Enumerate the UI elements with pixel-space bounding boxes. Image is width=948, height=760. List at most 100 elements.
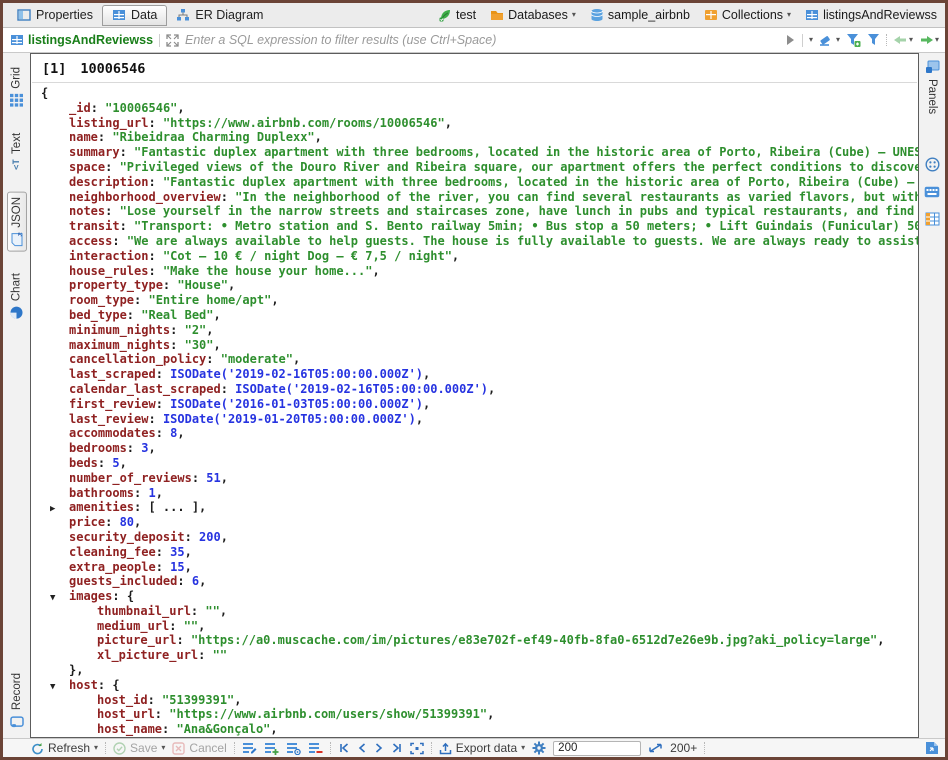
json-value: , [198, 619, 205, 633]
json-value: "10006546" [105, 101, 177, 115]
record-view-icon [10, 715, 24, 728]
json-value: : [148, 116, 162, 130]
tab-er-diagram[interactable]: ER Diagram [167, 5, 272, 26]
active-entity[interactable]: listingsAndReviewss [10, 33, 153, 47]
tab-properties[interactable]: Properties [8, 5, 102, 26]
json-line: host_name: "Ana&Gonçalo", [31, 722, 918, 737]
view-tab-text[interactable]: <T Text [9, 129, 25, 174]
delete-row-icon[interactable] [308, 741, 323, 755]
cancel-button[interactable]: Cancel [172, 741, 226, 755]
save-filter-button[interactable] [846, 33, 861, 47]
focus-row-icon[interactable] [410, 742, 424, 755]
json-view-icon: JSON [10, 232, 24, 246]
nav-prev-icon[interactable] [357, 742, 367, 754]
settings-gear-icon[interactable] [532, 741, 546, 755]
nav-next-icon[interactable] [374, 742, 384, 754]
json-value: "Transport: • Metro station and S. Bento… [134, 219, 918, 233]
maximize-panel-icon[interactable] [924, 741, 939, 755]
json-key: notes [69, 204, 105, 218]
json-value: "Entire home/apt" [148, 293, 271, 307]
run-query-icon[interactable] [784, 34, 796, 46]
breadcrumb: test Databases ▾ sample_airbnb Collecti [438, 8, 945, 22]
fetch-page-icon[interactable] [648, 742, 663, 754]
fetch-size-input[interactable] [553, 741, 641, 756]
json-line: { [31, 86, 918, 101]
json-line: notes: "Lose yourself in the narrow stre… [31, 204, 918, 219]
breadcrumb-databases[interactable]: Databases ▾ [490, 8, 576, 22]
json-value: "In the neighborhood of the river, you c… [235, 190, 918, 204]
json-value: "Ana&Gonçalo" [176, 722, 270, 736]
breadcrumb-connection[interactable]: test [438, 8, 476, 22]
breadcrumb-database[interactable]: sample_airbnb [590, 8, 690, 22]
nav-last-icon[interactable] [391, 742, 403, 754]
json-line: beds: 5, [31, 456, 918, 471]
calculator-panel-icon[interactable] [924, 186, 940, 198]
json-key: medium_url [97, 619, 169, 633]
json-value: , [199, 574, 206, 588]
history-forward-button[interactable]: ▾ [919, 34, 939, 46]
json-lines[interactable]: {_id: "10006546",listing_url: "https://w… [31, 86, 918, 737]
expand-filter-icon[interactable] [166, 34, 179, 47]
nav-first-icon[interactable] [338, 742, 350, 754]
json-value: , [220, 604, 227, 618]
panel-tab-panels[interactable]: Panels [923, 57, 942, 117]
metadata-panel-icon[interactable] [925, 212, 940, 226]
json-key: host_url [97, 707, 155, 721]
json-line: cleaning_fee: 35, [31, 545, 918, 560]
view-tab-chart[interactable]: Chart [8, 269, 25, 323]
view-tab-record[interactable]: Record [8, 669, 26, 732]
caret-down-icon: ▾ [935, 36, 939, 44]
json-value: : [112, 589, 126, 603]
json-value: : [148, 249, 162, 263]
add-row-icon[interactable] [264, 741, 279, 755]
json-key: description [69, 175, 148, 189]
json-line: last_review: ISODate('2019-01-20T05:00:0… [31, 412, 918, 427]
json-value: 80 [120, 515, 134, 529]
json-value: , [134, 515, 141, 529]
history-back-button[interactable]: ▾ [893, 34, 913, 46]
json-value: , [185, 560, 192, 574]
json-value: : [156, 397, 170, 411]
left-view-tabs: Grid <T Text JSON JSON Chart [3, 53, 30, 738]
cancel-label: Cancel [189, 741, 226, 755]
value-panel-icon[interactable] [925, 157, 940, 172]
json-key: space [69, 160, 105, 174]
json-line: listing_url: "https://www.airbnb.com/roo… [31, 116, 918, 131]
save-label: Save [130, 741, 157, 755]
breadcrumb-collections[interactable]: Collections ▾ [704, 8, 791, 22]
export-data-button[interactable]: Export data ▾ [439, 741, 525, 755]
json-value: : [134, 293, 148, 307]
json-line: bathrooms: 1, [31, 486, 918, 501]
run-options-caret-icon[interactable]: ▾ [809, 36, 813, 44]
json-line: last_scraped: ISODate('2019-02-16T05:00:… [31, 367, 918, 382]
json-key: bed_type [69, 308, 127, 322]
export-icon [439, 742, 452, 755]
refresh-button[interactable]: Refresh ▾ [31, 741, 98, 755]
json-value: "Real Bed" [141, 308, 213, 322]
json-value: 1 [148, 486, 155, 500]
view-tab-grid[interactable]: Grid [8, 63, 25, 111]
json-line: space: "Privileged views of the Douro Ri… [31, 160, 918, 175]
clear-filter-button[interactable]: ▾ [819, 33, 840, 47]
tab-data[interactable]: Data [102, 5, 167, 26]
json-line: extra_people: 15, [31, 560, 918, 575]
json-value: { [41, 86, 48, 100]
duplicate-row-icon[interactable] [286, 741, 301, 755]
text-view-icon: <T [12, 159, 22, 170]
json-value: , [214, 308, 221, 322]
json-line: ▶amenities: [ ... ], [31, 500, 918, 515]
json-line: host_id: "51399391", [31, 693, 918, 708]
edit-row-icon[interactable] [242, 741, 257, 755]
json-key: interaction [69, 249, 148, 263]
document-header: [1]10006546 [31, 54, 918, 82]
filters-button[interactable] [867, 33, 880, 47]
json-key: amenities [69, 500, 134, 514]
save-button[interactable]: Save ▾ [113, 741, 165, 755]
view-tab-json[interactable]: JSON JSON [7, 192, 27, 252]
json-line: security_deposit: 200, [31, 530, 918, 545]
sql-filter-input[interactable] [185, 33, 778, 47]
caret-down-icon: ▾ [521, 744, 525, 752]
breadcrumb-collection[interactable]: listingsAndReviewss [805, 8, 937, 22]
json-value: , [177, 101, 184, 115]
json-line: description: "Fantastic duplex apartment… [31, 175, 918, 190]
